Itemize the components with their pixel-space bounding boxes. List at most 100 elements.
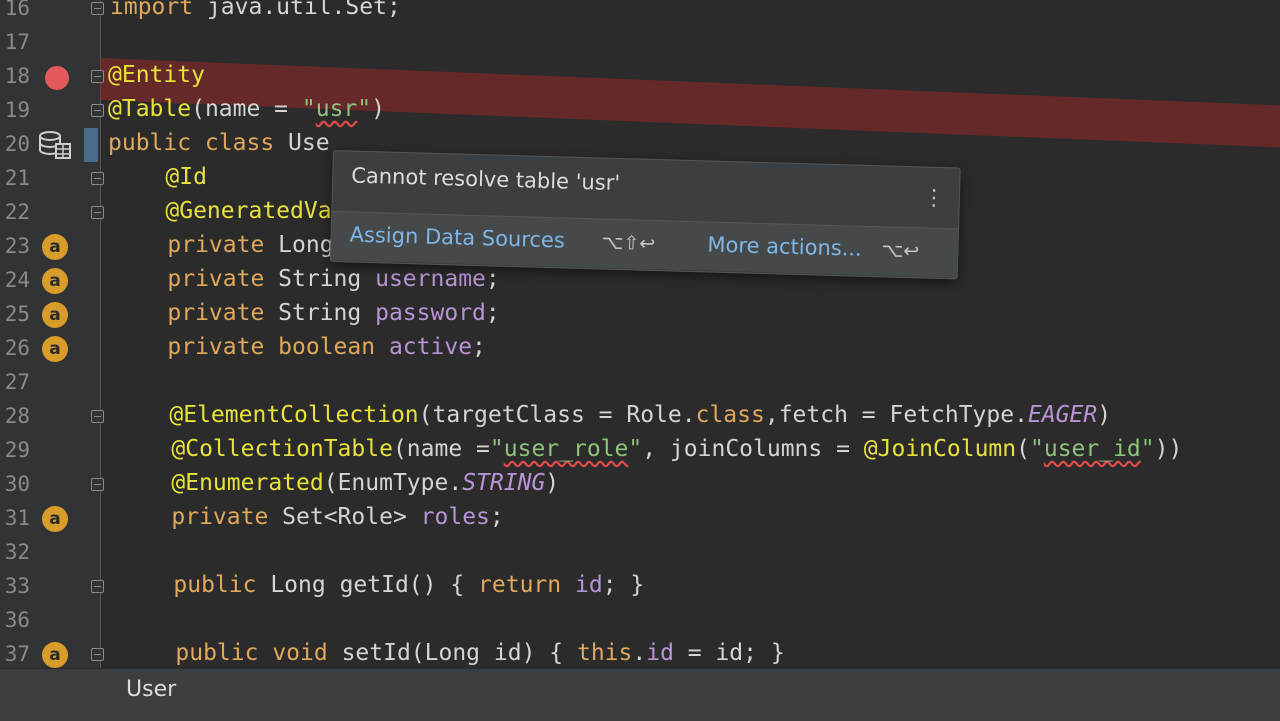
field-annotation-icon[interactable]: a <box>42 234 68 260</box>
code-line[interactable]: 16 import java.util.Set; <box>0 0 1280 26</box>
code-text[interactable]: public class Use <box>108 130 330 156</box>
code-token: java.util.Set; <box>206 0 401 20</box>
code-text[interactable]: @Id <box>110 164 207 190</box>
code-token: ,fetch = FetchType. <box>764 402 1028 428</box>
field-annotation-icon[interactable]: a <box>42 642 68 668</box>
line-number[interactable]: 26 <box>0 336 30 360</box>
fold-toggle-icon[interactable] <box>91 410 104 423</box>
fold-toggle-icon[interactable] <box>91 172 104 185</box>
code-text[interactable]: @GeneratedVa <box>110 198 331 224</box>
fold-toggle-icon[interactable] <box>91 580 104 593</box>
code-token: private <box>112 232 279 258</box>
code-token: private <box>112 266 279 292</box>
code-line[interactable]: 27 <box>0 366 1280 400</box>
code-token: STRING <box>462 470 546 496</box>
code-token: " <box>301 96 316 122</box>
fold-toggle-icon[interactable] <box>91 104 104 117</box>
field-annotation-icon[interactable]: a <box>42 268 68 294</box>
code-token: " <box>489 436 504 462</box>
code-token: import <box>110 0 207 20</box>
database-table-icon[interactable] <box>38 130 72 160</box>
line-number[interactable]: 20 <box>0 132 30 156</box>
code-text[interactable]: private Set<Role> roles; <box>116 504 504 530</box>
line-number[interactable]: 16 <box>0 0 30 20</box>
code-line[interactable]: 31 a private Set<Role> roles; <box>0 502 1280 536</box>
line-number[interactable]: 36 <box>0 608 30 632</box>
code-text[interactable]: private boolean active; <box>112 334 486 360</box>
line-number[interactable]: 25 <box>0 302 30 326</box>
line-number[interactable]: 32 <box>0 540 30 564</box>
line-number[interactable]: 21 <box>0 166 30 190</box>
code-token: (EnumType. <box>323 470 463 496</box>
code-token: ; <box>485 300 500 326</box>
status-bar: User <box>0 668 1280 721</box>
breakpoint-icon[interactable] <box>45 66 69 90</box>
line-number[interactable]: 18 <box>0 64 30 88</box>
code-token: setId(Long id) { <box>341 640 577 666</box>
code-editor[interactable]: 16 import java.util.Set; 17 18 @Entity 19 @Tab… <box>0 0 1280 668</box>
more-options-icon[interactable]: ⋮ <box>923 185 946 211</box>
code-token: @CollectionTable <box>116 436 393 462</box>
code-line[interactable]: 17 <box>0 26 1280 60</box>
code-text[interactable]: private String password; <box>112 300 500 326</box>
line-number[interactable]: 30 <box>0 472 30 496</box>
line-number[interactable]: 33 <box>0 574 30 598</box>
code-line[interactable]: 25 a private String password; <box>0 298 1280 332</box>
line-number[interactable]: 29 <box>0 438 30 462</box>
code-line[interactable]: 29 @CollectionTable(name ="user_role", j… <box>0 434 1280 468</box>
code-line[interactable]: 36 <box>0 604 1280 638</box>
code-token: Set<Role> <box>282 504 421 530</box>
code-line[interactable]: 20 public class Use <box>0 128 1280 162</box>
code-line[interactable]: 18 @Entity <box>0 60 1280 94</box>
fold-toggle-icon[interactable] <box>91 2 104 15</box>
code-line[interactable]: 19 @Table(name = "usr") <box>0 94 1280 128</box>
line-number[interactable]: 22 <box>0 200 30 224</box>
code-text[interactable]: @Table(name = "usr") <box>108 96 385 122</box>
line-number[interactable]: 23 <box>0 234 30 258</box>
assign-data-sources-shortcut: ⌥⇧↩ <box>601 231 656 256</box>
code-text[interactable]: private String username; <box>112 266 499 292</box>
field-annotation-icon[interactable]: a <box>42 336 68 362</box>
code-token: id <box>646 640 674 666</box>
field-annotation-icon[interactable]: a <box>42 506 68 532</box>
code-line[interactable]: 26 a private boolean active; <box>0 332 1280 366</box>
code-token: EAGER <box>1027 402 1098 428</box>
more-actions-link[interactable]: More actions... <box>707 232 862 260</box>
code-token: active <box>388 334 473 360</box>
code-line[interactable]: 32 <box>0 536 1280 570</box>
breadcrumb[interactable]: User <box>126 677 176 702</box>
code-token: @ElementCollection <box>114 402 419 428</box>
fold-toggle-icon[interactable] <box>91 70 104 83</box>
code-line[interactable]: 33 public Long getId() { return id; } <box>0 570 1280 604</box>
code-token: class <box>695 402 765 428</box>
fold-toggle-icon[interactable] <box>91 648 104 661</box>
inspection-popup[interactable]: Cannot resolve table 'usr' ⋮ Assign Data… <box>329 150 961 280</box>
code-text[interactable]: @ElementCollection(targetClass = Role.cl… <box>114 402 1111 428</box>
code-token: String <box>278 300 376 326</box>
code-token: private <box>116 504 283 530</box>
fold-toggle-icon[interactable] <box>91 478 104 491</box>
line-number[interactable]: 37 <box>0 642 30 666</box>
line-number[interactable]: 27 <box>0 370 30 394</box>
code-text[interactable]: @CollectionTable(name ="user_role", join… <box>116 436 1182 462</box>
code-token: String <box>278 266 376 292</box>
assign-data-sources-link[interactable]: Assign Data Sources <box>349 223 565 253</box>
field-annotation-icon[interactable]: a <box>42 302 68 328</box>
code-token: " <box>1140 436 1155 462</box>
code-text[interactable]: import java.util.Set; <box>110 0 401 20</box>
code-text[interactable]: @Entity <box>108 62 205 88</box>
code-text[interactable]: public void setId(Long id) { this.id = i… <box>120 640 784 666</box>
line-number[interactable]: 17 <box>0 30 30 54</box>
line-number[interactable]: 31 <box>0 506 30 530</box>
fold-toggle-icon[interactable] <box>91 206 104 219</box>
line-number[interactable]: 24 <box>0 268 30 292</box>
line-number[interactable]: 19 <box>0 98 30 122</box>
code-line[interactable]: 37 a public void setId(Long id) { this.id… <box>0 638 1280 668</box>
code-token: ; <box>489 504 504 530</box>
code-text[interactable]: public Long getId() { return id; } <box>118 572 644 598</box>
line-number[interactable]: 28 <box>0 404 30 428</box>
code-text[interactable]: @Enumerated(EnumType.STRING) <box>116 470 559 496</box>
code-line[interactable]: 30 @Enumerated(EnumType.STRING) <box>0 468 1280 502</box>
code-token: @Entity <box>108 62 205 88</box>
code-line[interactable]: 28 @ElementCollection(targetClass = Role… <box>0 400 1280 434</box>
